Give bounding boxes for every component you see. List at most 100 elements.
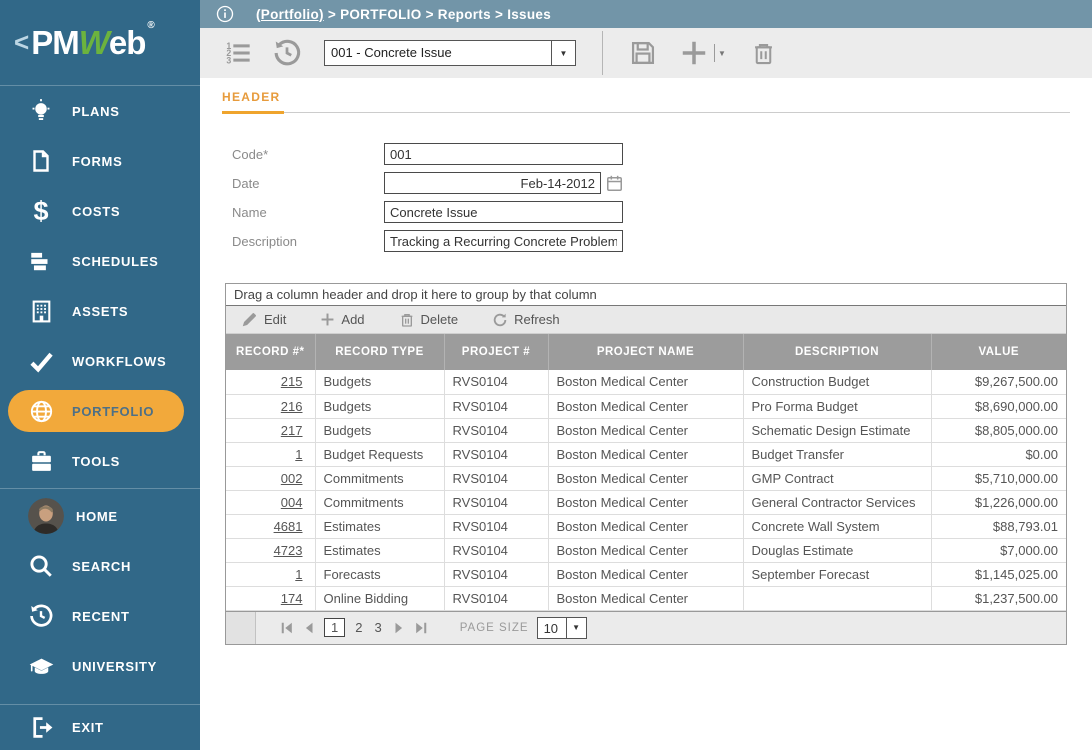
date-field[interactable] [384,172,601,194]
page-number-2[interactable]: 2 [355,620,362,635]
sidebar-item-tools[interactable]: TOOLS [0,436,200,486]
record-number-link[interactable]: 216 [281,399,303,414]
project-number-cell: RVS0104 [444,490,548,514]
exit-icon [26,715,56,740]
record-number-cell[interactable]: 002 [226,466,315,490]
record-number-cell[interactable]: 4681 [226,514,315,538]
app-logo[interactable]: < PMWeb® [0,0,200,86]
next-page-icon[interactable] [392,621,406,635]
record-number-cell[interactable]: 216 [226,394,315,418]
table-row: 174Online BiddingRVS0104Boston Medical C… [226,586,1066,610]
record-number-cell[interactable]: 217 [226,418,315,442]
record-number-cell[interactable]: 174 [226,586,315,610]
record-number-link[interactable]: 002 [281,471,303,486]
chevron-down-icon[interactable]: ▼ [718,49,726,58]
save-icon[interactable] [629,39,657,67]
sidebar-item-label: HOME [76,509,118,524]
column-header-project-name[interactable]: PROJECT NAME [548,334,743,370]
add-record-group[interactable]: ▼ [679,38,726,68]
sidebar-item-workflows[interactable]: WORKFLOWS [0,336,200,386]
calendar-icon[interactable] [605,174,624,193]
record-type-cell: Budgets [315,418,444,442]
project-name-cell: Boston Medical Center [548,394,743,418]
page-numbers: 123 [320,618,388,637]
grid-toolbar: Edit Add Delete Refresh [226,306,1066,334]
code-field[interactable] [384,143,623,165]
record-type-cell: Online Bidding [315,586,444,610]
main-area: (Portfolio) > PORTFOLIO > Reports > Issu… [200,0,1092,750]
delete-button[interactable]: Delete [399,312,459,328]
description-field[interactable] [384,230,623,252]
avatar[interactable] [28,498,64,534]
description-cell: General Contractor Services [743,490,931,514]
record-number-link[interactable]: 1 [295,567,302,582]
page-number-3[interactable]: 3 [374,620,381,635]
record-number-link[interactable]: 4681 [274,519,303,534]
record-number-cell[interactable]: 004 [226,490,315,514]
record-number-link[interactable]: 217 [281,423,303,438]
history-icon[interactable] [272,38,302,68]
trash-icon[interactable] [750,40,777,67]
briefcase-icon [26,449,56,474]
sidebar-item-forms[interactable]: FORMS [0,136,200,186]
sidebar-item-university[interactable]: UNIVERSITY [0,641,200,691]
column-header-project-number[interactable]: PROJECT # [444,334,548,370]
record-number-link[interactable]: 215 [281,374,303,389]
trash-icon [399,312,415,328]
record-selector[interactable]: 001 - Concrete Issue ▼ [324,40,576,66]
record-number-link[interactable]: 1 [295,447,302,462]
page-size-label: PAGE SIZE [460,622,529,634]
previous-page-icon[interactable] [302,621,316,635]
column-header-record-type[interactable]: RECORD TYPE [315,334,444,370]
plus-icon [320,312,335,327]
column-header-value[interactable]: VALUE [931,334,1066,370]
value-cell: $8,690,000.00 [931,394,1066,418]
project-number-cell: RVS0104 [444,370,548,394]
first-page-icon[interactable] [280,621,294,635]
info-icon[interactable] [216,5,234,23]
chevron-down-icon[interactable]: ▼ [551,41,575,65]
collapse-chevron-icon[interactable]: < [14,27,29,58]
chevron-down-icon[interactable]: ▼ [566,618,586,638]
edit-button[interactable]: Edit [241,311,286,328]
code-label: Code* [232,147,384,162]
breadcrumb-bar: (Portfolio) > PORTFOLIO > Reports > Issu… [200,0,1092,28]
project-name-cell: Boston Medical Center [548,514,743,538]
table-row: 1ForecastsRVS0104Boston Medical CenterSe… [226,562,1066,586]
page-number-1[interactable]: 1 [324,618,345,637]
record-number-link[interactable]: 174 [281,591,303,606]
record-number-link[interactable]: 004 [281,495,303,510]
table-row: 002CommitmentsRVS0104Boston Medical Cent… [226,466,1066,490]
sidebar-item-exit[interactable]: EXIT [0,704,200,750]
record-number-link[interactable]: 4723 [274,543,303,558]
page-size-select[interactable]: 10 ▼ [537,617,587,639]
tab-header[interactable]: HEADER [222,90,284,114]
numbered-list-icon[interactable]: 123 [224,39,252,67]
sidebar-item-schedules[interactable]: SCHEDULES [0,236,200,286]
project-number-cell: RVS0104 [444,538,548,562]
search-icon [26,553,56,579]
column-header-description[interactable]: DESCRIPTION [743,334,931,370]
name-field[interactable] [384,201,623,223]
group-by-dropzone[interactable]: Drag a column header and drop it here to… [226,284,1066,306]
column-header-record-number[interactable]: RECORD #* [226,334,315,370]
sidebar-item-plans[interactable]: PLANS [0,86,200,136]
last-page-icon[interactable] [414,621,428,635]
record-number-cell[interactable]: 4723 [226,538,315,562]
sidebar-item-assets[interactable]: ASSETS [0,286,200,336]
add-button[interactable]: Add [320,312,364,327]
sidebar-item-recent[interactable]: RECENT [0,591,200,641]
record-number-cell[interactable]: 1 [226,562,315,586]
sidebar-item-portfolio[interactable]: PORTFOLIO [0,386,200,436]
refresh-button[interactable]: Refresh [492,312,560,328]
value-cell: $1,145,025.00 [931,562,1066,586]
record-number-cell[interactable]: 215 [226,370,315,394]
description-cell: Schematic Design Estimate [743,418,931,442]
sidebar-item-costs[interactable]: $ COSTS [0,186,200,236]
record-number-cell[interactable]: 1 [226,442,315,466]
sidebar-item-home[interactable]: HOME [0,491,200,541]
breadcrumb-portfolio-link[interactable]: (Portfolio) [256,7,324,22]
project-number-cell: RVS0104 [444,562,548,586]
pager-bar: 123 PAGE SIZE 10 ▼ [226,611,1066,644]
sidebar-item-search[interactable]: SEARCH [0,541,200,591]
